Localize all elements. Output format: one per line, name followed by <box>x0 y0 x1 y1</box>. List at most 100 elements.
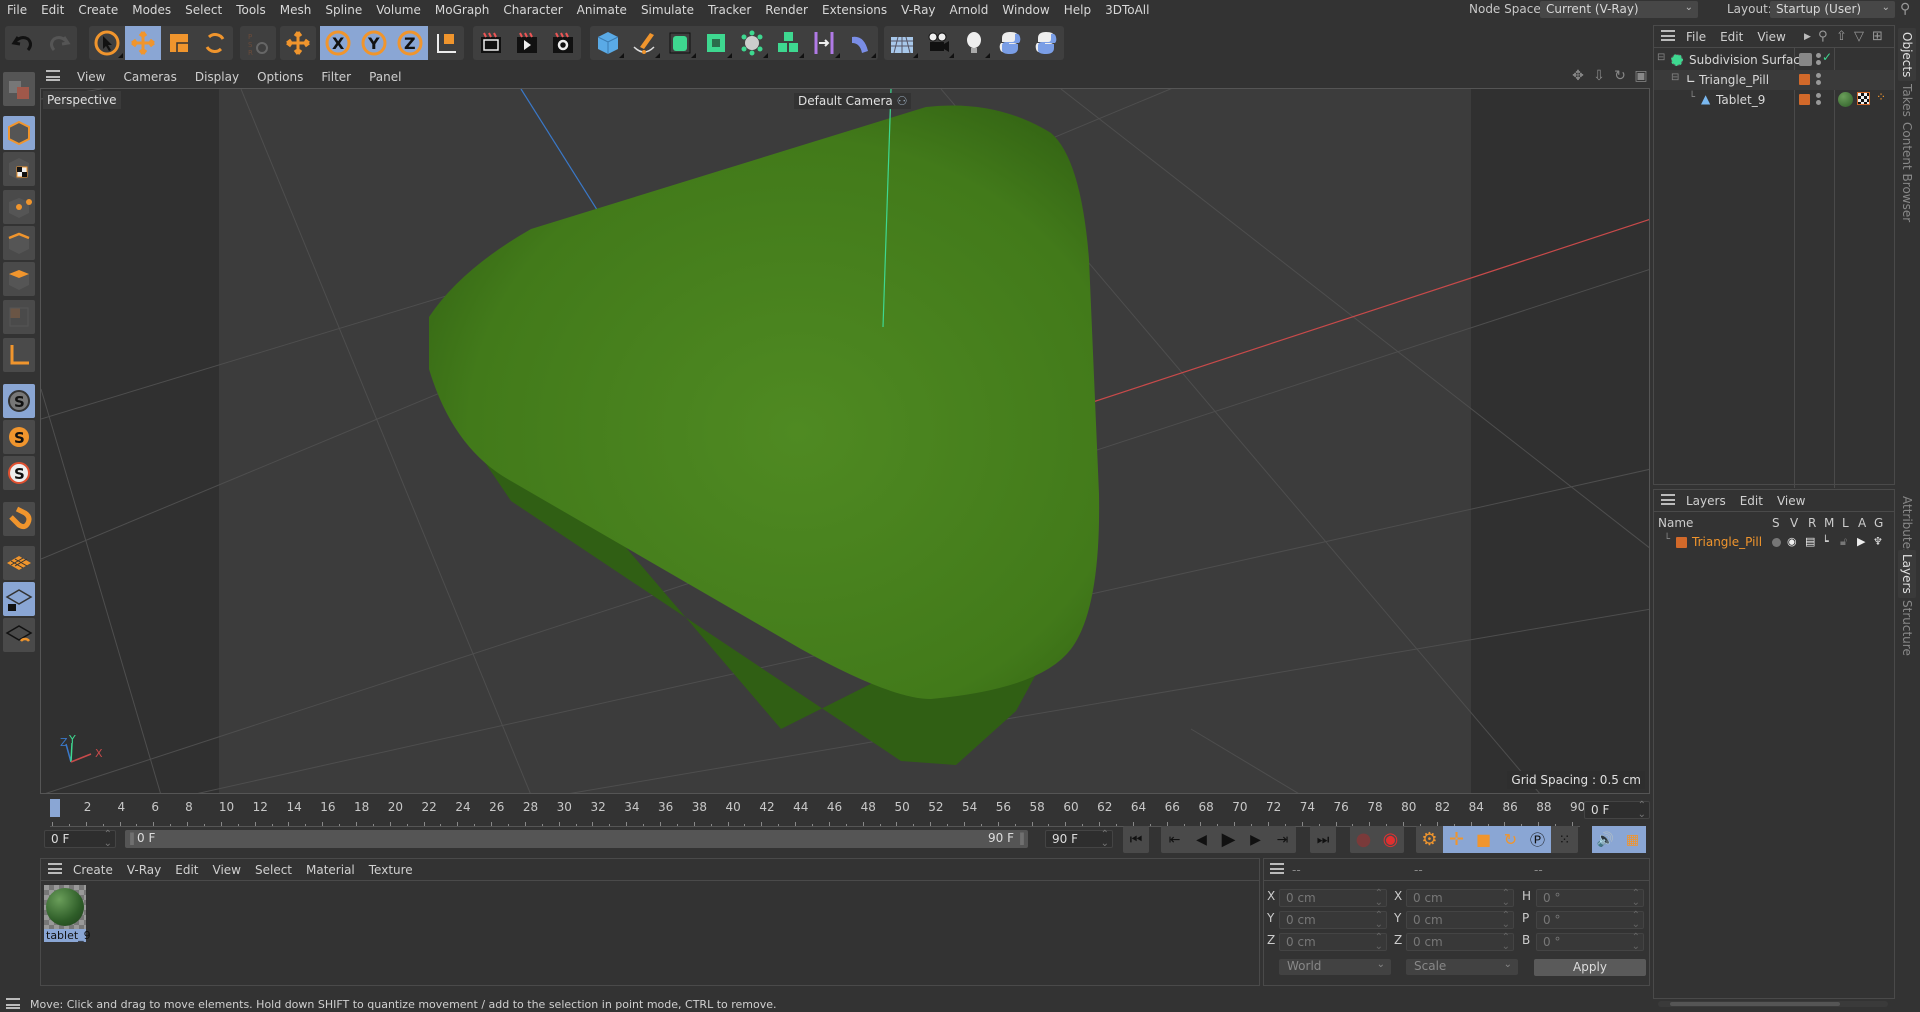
bend-button[interactable] <box>842 26 878 60</box>
zoom-view-icon[interactable]: ⇩ <box>1591 68 1607 84</box>
y-axis-button[interactable]: Y <box>356 26 392 60</box>
menu-tools[interactable]: Tools <box>229 3 273 17</box>
autokey-button[interactable]: ◉ <box>1377 826 1404 853</box>
tab-content-browser[interactable]: Content Browser <box>1898 118 1916 226</box>
rotate-view-icon[interactable]: ↻ <box>1612 68 1628 84</box>
render-picture-viewer-button[interactable] <box>509 26 545 60</box>
collapse-icon[interactable]: ⊟ <box>1657 52 1665 63</box>
viewport-menu-cameras[interactable]: Cameras <box>114 70 185 84</box>
material-menu-edit[interactable]: Edit <box>168 863 205 877</box>
snap-3d-button[interactable]: S <box>3 456 35 490</box>
timeline[interactable]: 0246810121416182022242628303234363840424… <box>40 797 1650 827</box>
visibility-dots-icon[interactable] <box>1816 53 1821 67</box>
solo-toggle-icon[interactable] <box>1772 538 1781 547</box>
new-window-icon[interactable]: ⊞ <box>1872 29 1883 44</box>
key-rotation-button[interactable]: ↻ <box>1497 826 1524 853</box>
key-position-button[interactable]: ✛ <box>1443 826 1470 853</box>
key-scale-button[interactable]: ■ <box>1470 826 1497 853</box>
texture-tag-icon[interactable] <box>1857 92 1870 105</box>
camera-button[interactable] <box>920 26 956 60</box>
vray-tag-icon[interactable]: ⁘ <box>1876 90 1886 104</box>
generators-icon[interactable]: ♆ <box>1873 535 1883 548</box>
render-view-button[interactable] <box>473 26 509 60</box>
pos-x-field[interactable]: 0 cm ⌃ ⌄ <box>1279 889 1387 908</box>
snap-settings-button[interactable]: S <box>3 420 35 454</box>
coordinate-system-button[interactable] <box>428 26 464 60</box>
size-y-field[interactable]: 0 cm ⌃ ⌄ <box>1406 911 1514 930</box>
scrollbar-thumb[interactable] <box>1670 1002 1840 1006</box>
range-handle-left[interactable]: ‖ <box>129 831 135 845</box>
menu-mograph[interactable]: MoGraph <box>428 3 497 17</box>
goto-end-button[interactable]: ⏭ <box>1310 826 1336 853</box>
mograph-cloner-button[interactable] <box>770 26 806 60</box>
prev-key-button[interactable]: ⇤ <box>1161 826 1188 853</box>
layer-horizontal-scrollbar[interactable] <box>1658 1001 1888 1007</box>
object-menu-file[interactable]: File <box>1679 30 1713 44</box>
enabled-check-icon[interactable]: ✓ <box>1822 50 1832 64</box>
uv-mode-button[interactable] <box>3 300 35 334</box>
menu-animate[interactable]: Animate <box>570 3 634 17</box>
viewport-menu-options[interactable]: Options <box>248 70 312 84</box>
next-frame-button[interactable]: ▶ <box>1242 826 1269 853</box>
rot-p-field[interactable]: 0 ° ⌃ ⌄ <box>1536 911 1644 930</box>
locked-workplane-button[interactable] <box>3 582 35 616</box>
python-script-button[interactable] <box>992 26 1028 60</box>
viewport-menu-filter[interactable]: Filter <box>312 70 360 84</box>
rot-b-field[interactable]: 0 ° ⌃ ⌄ <box>1536 933 1644 952</box>
points-mode-button[interactable] <box>3 190 35 224</box>
z-axis-button[interactable]: Z <box>392 26 428 60</box>
view-mode-button[interactable] <box>3 72 35 106</box>
animation-play-icon[interactable]: ▶ <box>1857 535 1865 548</box>
model-mode-button[interactable] <box>3 116 35 150</box>
search-icon[interactable]: ⚲ <box>1818 29 1828 44</box>
film-button[interactable]: ▦ <box>1619 826 1646 853</box>
key-pla-button[interactable]: ⁙ <box>1551 826 1578 853</box>
object-row-subdivision[interactable]: ⊟ Subdivision Surface ✓ <box>1654 50 1894 70</box>
menu-create[interactable]: Create <box>71 3 125 17</box>
layer-row[interactable]: └ Triangle_Pill ◉ ▤ ┕ 🔓︎ ▶ ♆ <box>1654 534 1894 552</box>
menu-render[interactable]: Render <box>758 3 815 17</box>
next-key-button[interactable]: ⇥ <box>1269 826 1296 853</box>
render-clapper-icon[interactable]: ▤ <box>1805 535 1815 548</box>
layer-menu-hamburger-icon[interactable] <box>1661 493 1675 508</box>
frame-range-slider[interactable]: ‖ 0 F 90 F ‖ <box>125 830 1028 848</box>
x-axis-button[interactable]: X <box>320 26 356 60</box>
status-menu-hamburger-icon[interactable] <box>6 998 20 1012</box>
search-icon[interactable]: ⚲ <box>1900 1 1910 17</box>
pen-button[interactable] <box>626 26 662 60</box>
menu-spline[interactable]: Spline <box>318 3 369 17</box>
symmetry-button[interactable] <box>806 26 842 60</box>
menu-modes[interactable]: Modes <box>125 3 178 17</box>
camera-label[interactable]: Default Camera ⚇ <box>794 93 912 109</box>
viewport-menu-hamburger-icon[interactable] <box>46 70 68 84</box>
tab-takes[interactable]: Takes <box>1898 80 1916 121</box>
menu-window[interactable]: Window <box>995 3 1056 17</box>
current-frame-field[interactable]: 0 F ⌃ ⌄ <box>1584 801 1650 820</box>
visible-eye-icon[interactable]: ◉ <box>1787 535 1797 548</box>
menu-volume[interactable]: Volume <box>369 3 428 17</box>
layout-dropdown[interactable]: Startup (User) ⌄ <box>1770 1 1895 18</box>
material-item[interactable]: tablet_9 <box>44 885 91 945</box>
rot-h-field[interactable]: 0 ° ⌃ ⌄ <box>1536 889 1644 908</box>
layer-color-swatch[interactable] <box>1799 74 1810 85</box>
material-menu-hamburger-icon[interactable] <box>48 862 62 877</box>
record-keys-button[interactable]: ● <box>1350 826 1377 853</box>
object-menu-edit[interactable]: Edit <box>1713 30 1750 44</box>
more-arrow-icon[interactable]: ▶ <box>1804 32 1811 42</box>
menu-vray[interactable]: V-Ray <box>894 3 942 17</box>
material-menu-create[interactable]: Create <box>66 863 120 877</box>
menu-3dtoall[interactable]: 3DToAll <box>1098 3 1156 17</box>
tab-objects[interactable]: Objects <box>1898 28 1916 82</box>
material-menu-select[interactable]: Select <box>248 863 299 877</box>
coordinate-mode-dropdown[interactable]: Scale ⌄ <box>1406 959 1518 975</box>
layer-menu-edit[interactable]: Edit <box>1733 494 1770 508</box>
keyframe-settings-button[interactable]: ⚙ <box>1416 826 1443 853</box>
layer-menu-layers[interactable]: Layers <box>1679 494 1733 508</box>
apply-button[interactable]: Apply <box>1534 959 1646 976</box>
menu-edit[interactable]: Edit <box>34 3 71 17</box>
python-script-button-2[interactable] <box>1028 26 1064 60</box>
undo-button[interactable] <box>5 26 41 60</box>
material-menu-vray[interactable]: V-Ray <box>120 863 168 877</box>
psr-button[interactable]: PSR <box>240 26 276 60</box>
floor-button[interactable] <box>884 26 920 60</box>
